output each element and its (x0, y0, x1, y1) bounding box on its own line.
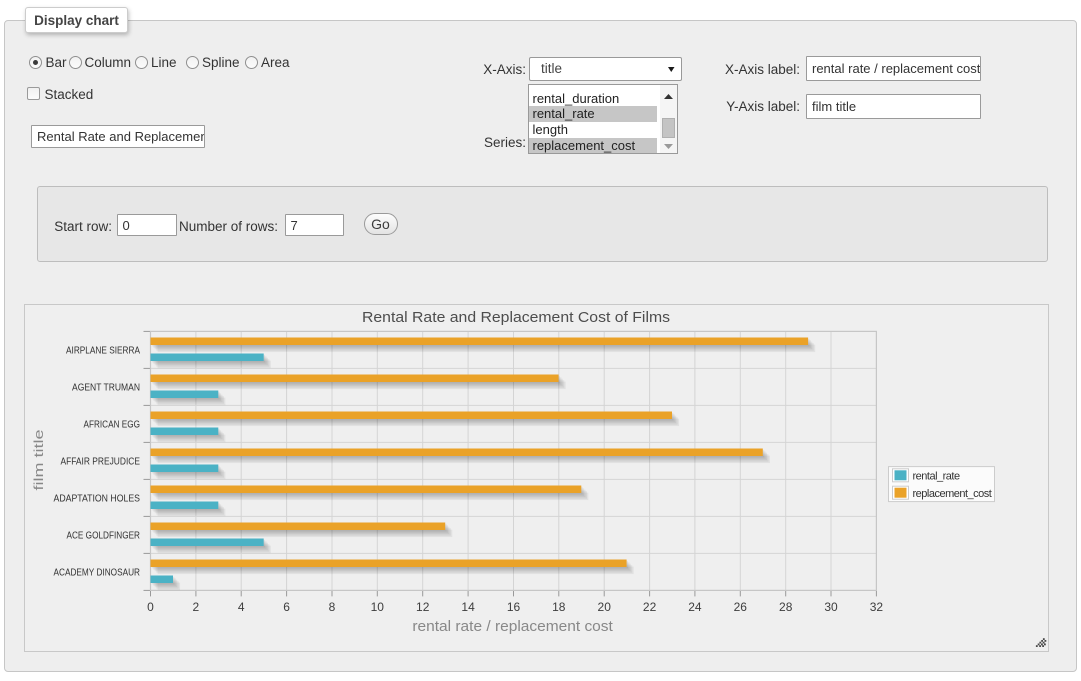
svg-text:0: 0 (147, 600, 154, 614)
svg-text:28: 28 (779, 600, 793, 614)
svg-text:10: 10 (371, 600, 385, 614)
svg-text:32: 32 (870, 600, 884, 614)
svg-text:22: 22 (643, 600, 657, 614)
svg-text:18: 18 (552, 600, 566, 614)
svg-text:4: 4 (238, 600, 245, 614)
svg-text:20: 20 (598, 600, 612, 614)
svg-text:ACE GOLDFINGER: ACE GOLDFINGER (67, 529, 141, 541)
svg-text:Rental Rate and Replacement Co: Rental Rate and Replacement Cost of Film… (362, 309, 670, 326)
svg-text:film title: film title (31, 430, 46, 491)
svg-text:16: 16 (507, 600, 521, 614)
svg-text:2: 2 (193, 600, 200, 614)
svg-text:ADAPTATION HOLES: ADAPTATION HOLES (54, 492, 141, 504)
svg-text:14: 14 (461, 600, 475, 614)
svg-text:24: 24 (688, 600, 702, 614)
svg-text:AFRICAN EGG: AFRICAN EGG (84, 418, 141, 430)
svg-text:replacement_cost: replacement_cost (913, 488, 992, 500)
svg-text:ACADEMY DINOSAUR: ACADEMY DINOSAUR (54, 566, 141, 578)
svg-text:AIRPLANE SIERRA: AIRPLANE SIERRA (66, 344, 140, 356)
svg-text:AFFAIR PREJUDICE: AFFAIR PREJUDICE (61, 455, 141, 467)
svg-text:8: 8 (329, 600, 336, 614)
svg-text:rental_rate: rental_rate (913, 471, 960, 483)
svg-text:26: 26 (734, 600, 748, 614)
svg-text:AGENT TRUMAN: AGENT TRUMAN (72, 381, 140, 393)
svg-text:6: 6 (283, 600, 290, 614)
svg-text:12: 12 (416, 600, 430, 614)
svg-text:rental rate / replacement cost: rental rate / replacement cost (412, 618, 613, 635)
svg-text:30: 30 (824, 600, 838, 614)
